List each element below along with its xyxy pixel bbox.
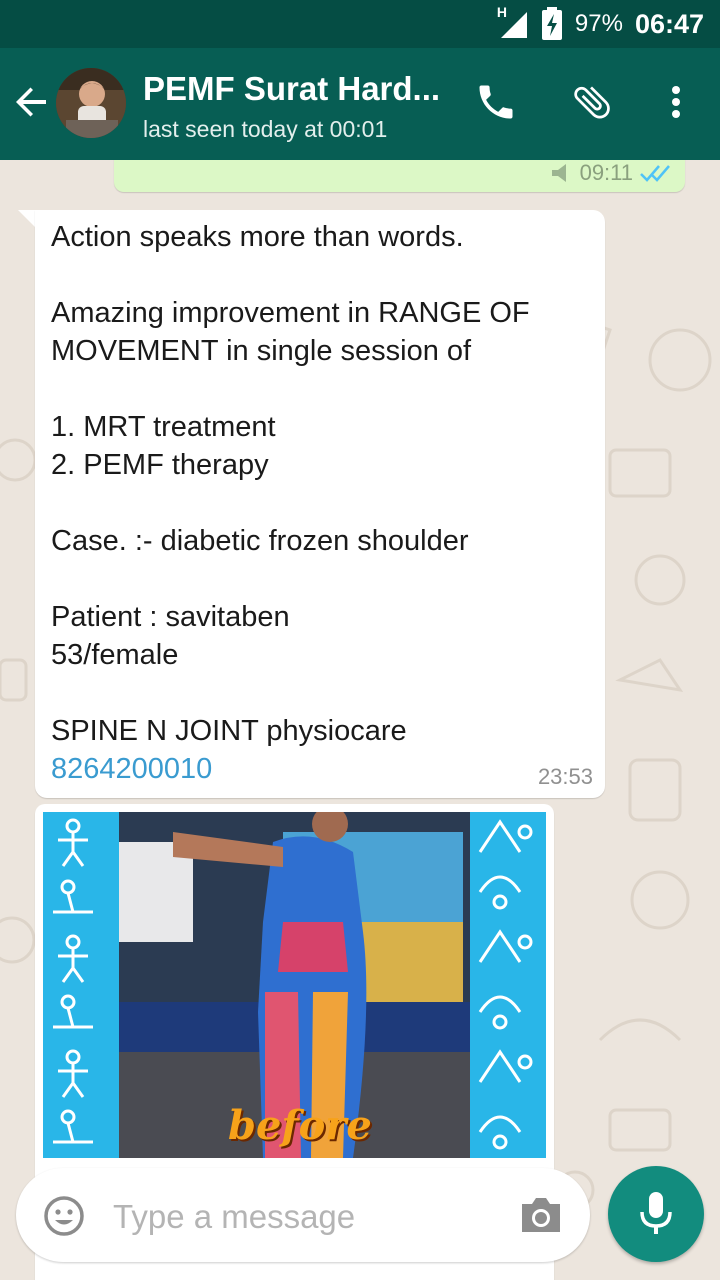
message-time: 23:53	[537, 764, 593, 789]
network-type: H	[496, 4, 508, 20]
before-caption: before	[228, 1102, 372, 1149]
message-text: Action speaks more than words. Amazing i…	[51, 221, 530, 747]
message-body: Action speaks more than words. Amazing i…	[51, 218, 581, 788]
emoji-icon[interactable]	[42, 1194, 86, 1238]
phone-number-link[interactable]: 8264200010	[51, 753, 212, 785]
more-options-icon[interactable]	[654, 80, 698, 124]
message-input[interactable]: Type a message	[113, 1198, 355, 1236]
image-thumbnail[interactable]: before	[43, 812, 546, 1158]
camera-icon[interactable]	[518, 1194, 564, 1236]
message-composer[interactable]: Type a message	[16, 1168, 590, 1262]
chat-header: PEMF Surat Hard... last seen today at 00…	[0, 48, 720, 160]
microphone-icon	[640, 1192, 672, 1234]
yoga-poster-right	[470, 812, 546, 1158]
phone-icon[interactable]	[474, 80, 518, 124]
incoming-message[interactable]: Action speaks more than words. Amazing i…	[35, 210, 605, 798]
clock: 06:47	[634, 8, 704, 39]
back-arrow-icon[interactable]	[12, 82, 52, 122]
voice-note-icon	[551, 164, 566, 182]
battery-percent: 97%	[574, 10, 623, 37]
chat-area[interactable]: 09:11 Action speaks more than words. Ama…	[0, 160, 720, 1280]
contact-avatar[interactable]	[56, 68, 126, 138]
voice-record-button[interactable]	[608, 1166, 704, 1262]
read-ticks-icon	[640, 165, 670, 182]
signal-icon: H	[497, 4, 529, 40]
last-seen-status: last seen today at 00:01	[143, 116, 388, 142]
yoga-poster-left	[43, 812, 119, 1158]
battery-charging-icon	[541, 7, 562, 40]
message-time: 09:11	[579, 160, 633, 185]
contact-name[interactable]: PEMF Surat Hard...	[143, 70, 453, 108]
status-bar: H 97% 06:47	[0, 0, 720, 48]
attach-icon[interactable]	[570, 80, 614, 124]
bubble-tail	[18, 210, 36, 228]
outgoing-message[interactable]: 09:11	[114, 160, 685, 192]
